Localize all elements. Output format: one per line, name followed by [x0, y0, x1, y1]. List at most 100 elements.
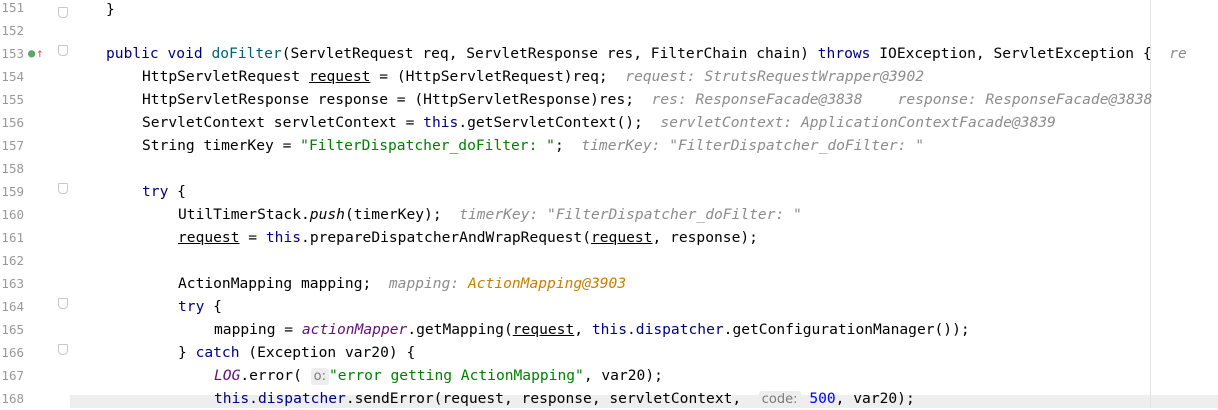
debug-inline-label: mapping: [388, 275, 460, 292]
number-literal: 500 [809, 390, 836, 407]
line-number[interactable]: 157 [0, 134, 24, 157]
line-number[interactable]: 166 [0, 341, 24, 364]
line-number[interactable]: 153 [0, 42, 24, 65]
fold-marker-icon[interactable] [58, 183, 68, 194]
code-line-167: LOG.error( o: "error getting ActionMappin… [214, 364, 663, 387]
keyword: catch [195, 344, 240, 361]
code-text: } [178, 344, 196, 361]
fold-marker-icon[interactable] [58, 298, 68, 309]
field-name: actionMapper [301, 321, 408, 338]
line-number[interactable]: 161 [0, 226, 24, 249]
line-number[interactable]: 168 [0, 387, 24, 410]
code-text: = (HttpServletRequest)req; [370, 68, 608, 85]
variable: request [512, 321, 575, 338]
debug-inline-value: request: StrutsRequestWrapper@3902 [625, 68, 925, 85]
parameter-hint: o: [310, 368, 330, 385]
line-number[interactable]: 167 [0, 364, 24, 387]
keyword: this [591, 321, 627, 338]
code-text: IOException, ServletException { [879, 45, 1152, 62]
code-text: .getMapping( [407, 321, 513, 338]
string-literal: "FilterDispatcher_doFilter: " [300, 137, 555, 154]
line-number[interactable]: 165 [0, 318, 24, 341]
string-literal: "error getting ActionMapping" [329, 367, 584, 384]
code-line-168: this.dispatcher.sendError(request, respo… [214, 387, 915, 410]
code-text: { [204, 298, 222, 315]
debug-inline-value: re [1169, 45, 1187, 62]
debug-inline-value: timerKey: "FilterDispatcher_doFilter: " [459, 206, 802, 223]
code-text: .getConfigurationManager()); [723, 321, 970, 338]
code-editor[interactable]: } public void doFilter(ServletRequest re… [70, 0, 1218, 408]
parameter-hint: code: [758, 391, 801, 408]
debug-inline-value: servletContext: ApplicationContextFacade… [660, 114, 1056, 131]
code-line-151: } [106, 0, 115, 21]
line-number[interactable]: 154 [0, 65, 24, 88]
fold-marker-icon[interactable] [58, 344, 68, 355]
code-text: .getServletContext(); [458, 114, 643, 131]
line-number[interactable]: 164 [0, 295, 24, 318]
code-text: (timerKey); [344, 206, 442, 223]
debug-inline-value: response: ResponseFacade@3838 [897, 91, 1153, 108]
code-text: (ServletRequest req, ServletResponse res… [281, 45, 809, 62]
line-number[interactable]: 163 [0, 272, 24, 295]
keyword: this [265, 229, 302, 246]
code-line-156: ServletContext servletContext = this.get… [142, 111, 1056, 134]
line-number[interactable]: 152 [0, 19, 24, 42]
keyword: this [423, 114, 459, 131]
code-text: { [168, 183, 186, 200]
code-text: ServletContext servletContext = [142, 114, 424, 131]
code-line-160: UtilTimerStack.push(timerKey); timerKey:… [178, 203, 802, 226]
code-line-161: request = this.prepareDispatcherAndWrapR… [178, 226, 758, 249]
code-text: .error( [240, 367, 302, 384]
code-text: HttpServletResponse response = (HttpServ… [142, 91, 635, 108]
line-number[interactable]: 155 [0, 88, 24, 111]
code-text: ActionMapping mapping; [178, 275, 372, 292]
code-line-155: HttpServletResponse response = (HttpServ… [142, 88, 1152, 111]
code-line-153: public void doFilter(ServletRequest req,… [106, 42, 1187, 65]
debug-inline-value: ActionMapping@3903 [467, 275, 627, 292]
line-number[interactable]: 151 [0, 0, 24, 19]
code-text: , var20); [583, 367, 663, 384]
code-text: , [574, 321, 592, 338]
code-text: } [106, 1, 115, 18]
variable: request [308, 68, 371, 85]
fold-marker-icon[interactable] [58, 45, 68, 56]
override-method-icon[interactable]: ●↑ [28, 42, 43, 65]
field-name: .dispatcher [627, 321, 724, 338]
keyword: try [178, 298, 205, 315]
debug-inline-value: timerKey: "FilterDispatcher_doFilter: " [581, 137, 925, 154]
line-number[interactable]: 156 [0, 111, 24, 134]
line-number[interactable]: 162 [0, 249, 24, 272]
method-name: push [309, 206, 345, 223]
code-text: , var20); [835, 390, 915, 407]
code-text: UtilTimerStack. [178, 206, 310, 223]
code-text: ; [554, 137, 564, 154]
keyword: try [142, 183, 169, 200]
fold-marker-icon[interactable] [58, 7, 68, 18]
code-line-154: HttpServletRequest request = (HttpServle… [142, 65, 924, 88]
code-text: .sendError(request, response, servletCon… [345, 390, 742, 407]
code-line-163: ActionMapping mapping; mapping: ActionMa… [178, 272, 626, 295]
code-text: = [239, 229, 266, 246]
variable: request [178, 229, 240, 246]
code-text: , response); [652, 229, 758, 246]
variable: request [590, 229, 653, 246]
line-number[interactable]: 158 [0, 157, 24, 180]
keyword: public [106, 45, 159, 62]
field-name: LOG [214, 367, 241, 384]
debug-inline-value: res: ResponseFacade@3838 [651, 91, 863, 108]
code-line-159: try { [142, 180, 186, 203]
field-name: .dispatcher [249, 390, 346, 407]
code-text: .prepareDispatcherAndWrapRequest( [301, 229, 591, 246]
line-number[interactable]: 160 [0, 203, 24, 226]
code-line-157: String timerKey = "FilterDispatcher_doFi… [142, 134, 924, 157]
code-text: String timerKey = [142, 137, 301, 154]
keyword: throws [817, 45, 871, 62]
method-name: doFilter [211, 45, 282, 62]
code-text: (Exception var20) { [239, 344, 416, 361]
code-text: mapping = [214, 321, 302, 338]
code-text: HttpServletRequest [142, 68, 301, 85]
keyword: void [167, 45, 203, 62]
keyword: this [214, 390, 250, 407]
line-number[interactable]: 159 [0, 180, 24, 203]
code-line-164: try { [178, 295, 222, 318]
